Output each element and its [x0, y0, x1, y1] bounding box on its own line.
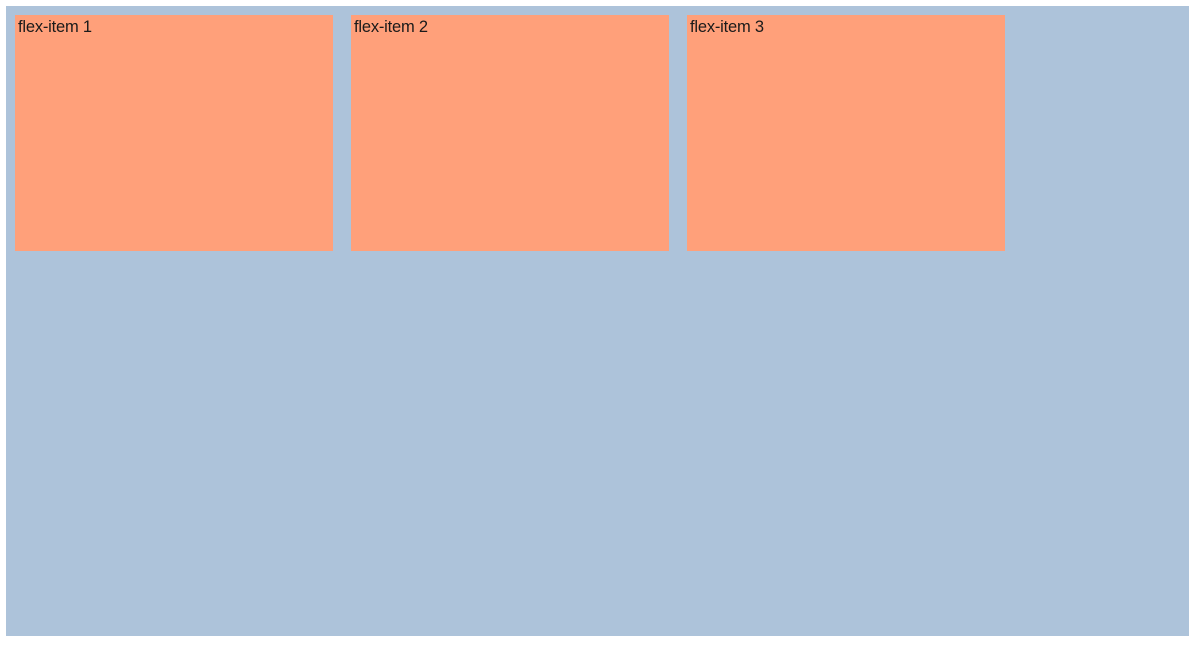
flex-item-label: flex-item 2	[354, 18, 428, 36]
flex-item-3: flex-item 3	[687, 15, 1005, 251]
flex-item-label: flex-item 3	[690, 18, 764, 36]
flex-item-1: flex-item 1	[15, 15, 333, 251]
flex-item-2: flex-item 2	[351, 15, 669, 251]
flex-item-label: flex-item 1	[18, 18, 92, 36]
flex-container: flex-item 1 flex-item 2 flex-item 3	[6, 6, 1189, 636]
